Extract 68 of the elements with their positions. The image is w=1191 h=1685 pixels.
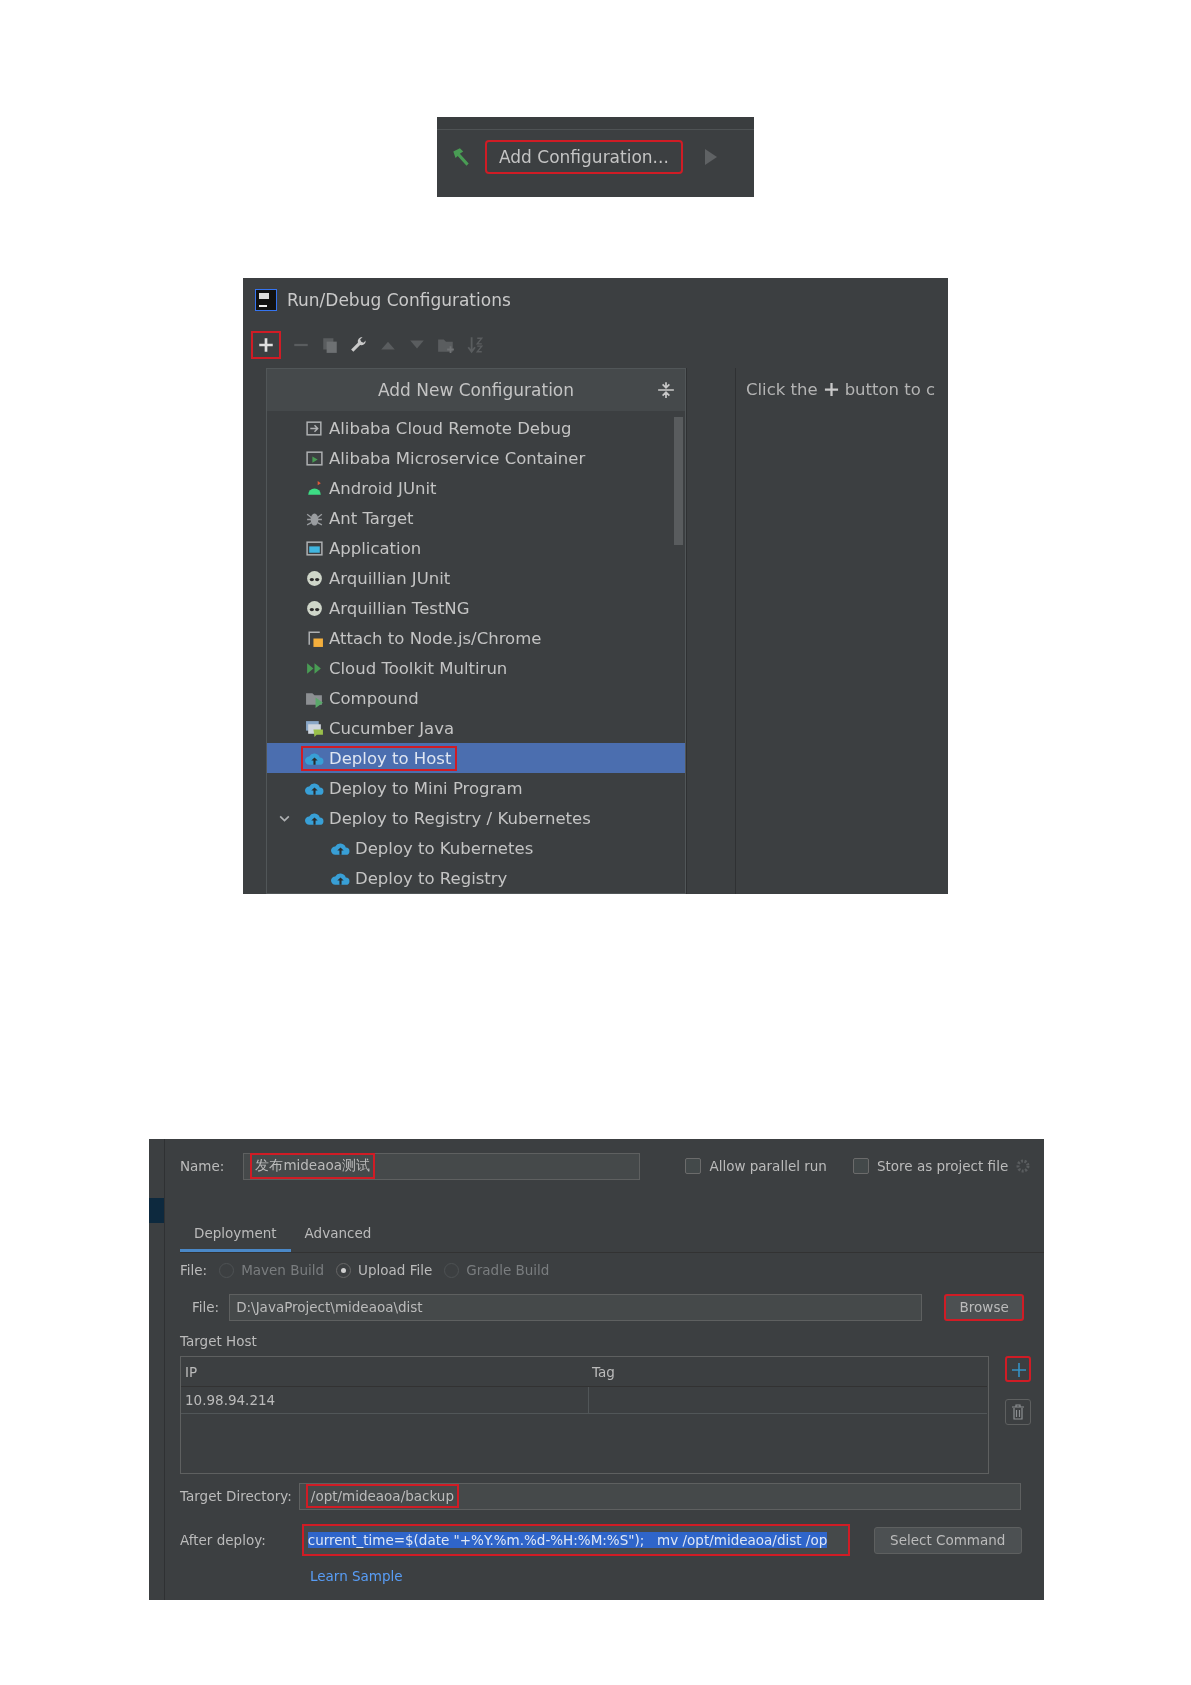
field-label: Target Directory: [180,1488,292,1504]
popup-title: Add New Configuration [377,380,575,400]
configuration-type-item[interactable]: Deploy to Registry / Kubernetes [301,805,597,831]
checkbox[interactable] [685,1158,702,1174]
configuration-type-item[interactable]: Compound [301,685,425,711]
window-icon [305,538,324,558]
add-icon[interactable] [251,331,281,359]
hint-text: Click the [746,380,818,399]
configuration-type-item[interactable]: Deploy to Registry [327,865,514,891]
file-path-field[interactable]: D:\JavaProject\mideaoa\dist [229,1293,923,1321]
configuration-type-item[interactable]: Arquillian JUnit [301,565,457,591]
configuration-type-item[interactable]: Alibaba Cloud Remote Debug [301,415,578,441]
field-label: File: [192,1299,220,1315]
section-label: Target Host [180,1333,258,1351]
radio-label: Upload File [358,1262,433,1278]
dialog-title: Run/Debug Configurations [287,290,511,310]
delete-icon[interactable] [1005,1399,1031,1425]
configuration-type-item[interactable]: Android JUnit [301,475,443,501]
attach-icon [305,628,324,648]
plus-icon [823,382,839,397]
copy-icon[interactable] [321,336,339,354]
app-logo-icon [255,289,277,311]
selected-marker [149,1198,164,1223]
checkbox-label: Store as project file [876,1158,1009,1174]
column-header: IP [184,1363,199,1380]
field-value: 发布mideaoa测试 [250,1153,375,1179]
after-deploy-field[interactable]: current_time=$(date "+%Y.%m.%d-%H:%M:%S"); mv /opt/mideaoa/dist /op [301,1524,850,1556]
table-cell-text: 10.98.94.214 [184,1391,277,1410]
sort-icon[interactable] [466,336,484,354]
head-icon [305,568,324,588]
configuration-type-item[interactable]: Alibaba Microservice Container [301,445,592,471]
field-label: Name: [180,1158,225,1174]
run-icon[interactable] [704,147,717,167]
field-label: File: [180,1262,208,1278]
checkbox[interactable] [852,1158,869,1174]
field-value: current_time=$(date "+%Y.%m.%d-%H:%M:%S"); mv /opt/mideaoa/dist /op [307,1532,828,1548]
collapse-all-icon[interactable] [657,381,675,399]
checkbox-label: Allow parallel run [709,1158,827,1174]
add-configuration-button[interactable]: Add Configuration... [485,140,683,174]
radio-label: Maven Build [241,1262,325,1278]
configuration-type-item[interactable]: Ant Target [301,505,420,531]
configuration-type-item[interactable]: Deploy to Mini Program [301,775,529,801]
new-folder-icon[interactable] [437,336,455,354]
window-play-icon [305,448,324,468]
target-directory-field[interactable]: /opt/mideaoa/backup [298,1482,1021,1510]
configuration-type-item[interactable]: Deploy to Host [301,745,458,771]
configuration-type-item[interactable]: Application [301,535,428,561]
tab[interactable]: Advanced [290,1216,386,1252]
gear-icon[interactable] [1014,1158,1031,1174]
select-command-button[interactable]: Select Command [873,1526,1022,1554]
hint-text: button to c [844,380,936,399]
stacked-windows-icon [305,718,324,738]
radio-label: Gradle Build [466,1262,550,1278]
tab[interactable]: Deployment [180,1216,291,1252]
head-icon [305,598,324,618]
configuration-type-item[interactable]: Cucumber Java [301,715,461,741]
name-field[interactable]: 发布mideaoa测试 [243,1152,641,1180]
configuration-type-item[interactable]: Arquillian TestNG [301,595,476,621]
field-value: /opt/mideaoa/backup [305,1484,459,1508]
learn-sample-link[interactable]: Learn Sample [310,1568,403,1584]
scrollbar[interactable] [674,417,683,545]
configuration-type-item[interactable]: Cloud Toolkit Multirun [301,655,514,681]
wrench-icon[interactable] [350,336,368,354]
field-label: After deploy: [180,1532,266,1548]
column-header: Tag [591,1363,616,1380]
configuration-type-item[interactable]: Attach to Node.js/Chrome [301,625,548,651]
browse-button[interactable]: Browse [944,1293,1025,1321]
configuration-type-item[interactable]: Deploy to Kubernetes [327,835,540,861]
